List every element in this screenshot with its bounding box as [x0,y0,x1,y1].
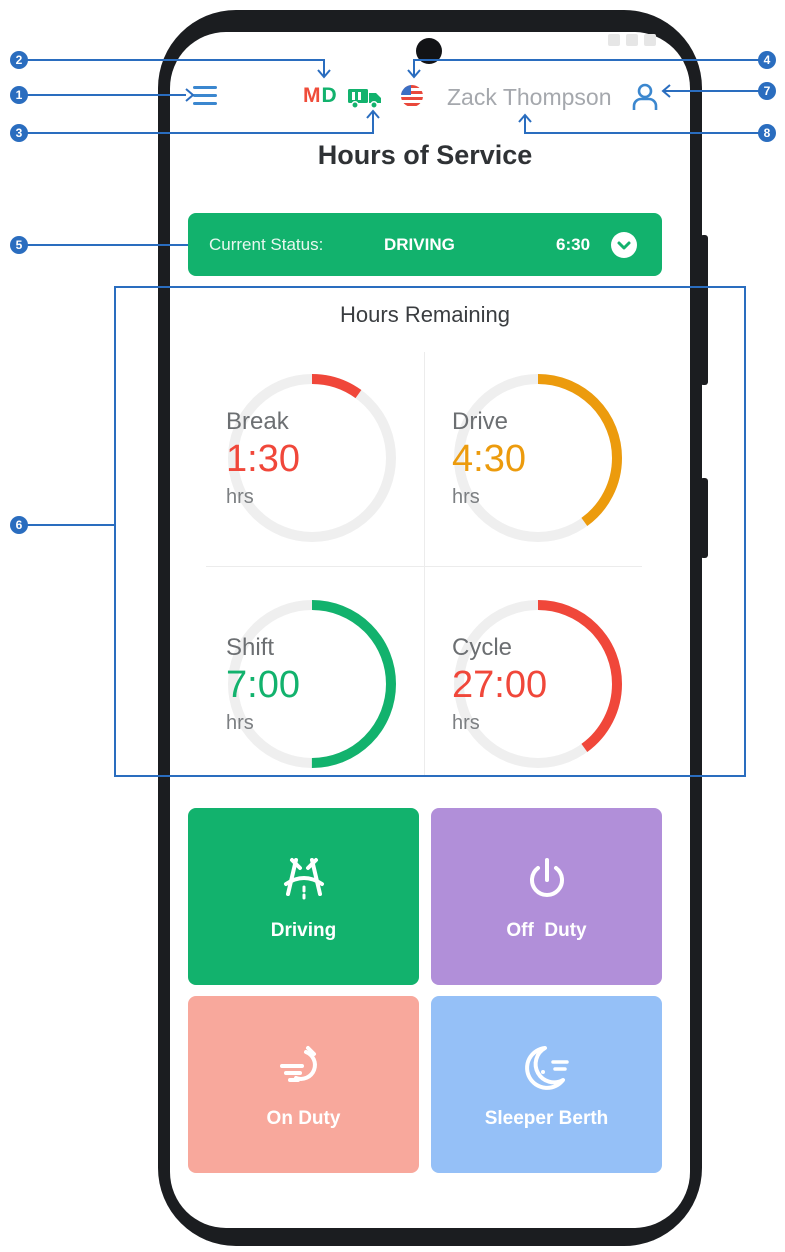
hours-remaining-title: Hours Remaining [340,302,510,327]
off-duty-button[interactable]: Off Duty [431,808,662,985]
current-status-bar[interactable]: Current Status: DRIVING 6:30 [188,213,662,276]
state-code-badge[interactable]: MD [303,84,338,108]
user-name[interactable]: Zack Thompson [447,84,611,111]
us-flag-icon[interactable] [400,84,424,108]
fast-moving-icon [280,1046,317,1082]
callout-marker-5: 5 [10,236,28,254]
user-profile-icon[interactable] [630,82,660,112]
drive-dial-value: 4:30 [452,438,526,480]
callout-marker-4: 4 [758,51,776,69]
dial-grid-divider-vertical [424,352,425,776]
system-status-icons [608,34,656,46]
driving-label: Driving [270,920,337,941]
on-duty-label: On Duty [266,1108,341,1129]
break-dial-unit: hrs [226,486,254,508]
sleeper-berth-label: Sleeper Berth [484,1108,609,1129]
callout-marker-8: 8 [758,124,776,142]
road-icon [284,858,324,900]
phone-volume-button [700,235,708,385]
dial-grid-divider-horizontal [206,566,642,567]
state-code-first-letter: M [303,84,322,107]
shift-dial-unit: hrs [226,712,254,734]
shift-dial: Shift 7:00 hrs [226,598,398,770]
shift-dial-name: Shift [226,634,275,661]
moon-icon [525,1046,569,1090]
menu-icon[interactable] [193,86,217,106]
drive-dial: Drive 4:30 hrs [452,372,624,544]
drive-dial-unit: hrs [452,486,480,508]
state-code-second-letter: D [321,84,338,107]
break-dial-value: 1:30 [226,438,300,480]
sleeper-berth-button[interactable]: Sleeper Berth [431,996,662,1173]
cycle-dial-value: 27:00 [452,664,548,706]
callout-marker-7: 7 [758,82,776,100]
callout-marker-6: 6 [10,516,28,534]
cycle-dial-name: Cycle [452,634,513,661]
off-duty-label: Off Duty [506,920,587,941]
break-dial-name: Break [226,408,289,435]
front-camera [416,38,442,64]
driving-button[interactable]: Driving [188,808,419,985]
status-time: 6:30 [556,235,591,254]
break-dial: Break 1:30 hrs [226,372,398,544]
shift-dial-value: 7:00 [226,664,300,706]
callout-marker-1: 1 [10,86,28,104]
phone-power-button [700,478,708,558]
cycle-dial: Cycle 27:00 hrs [452,598,624,770]
truck-icon[interactable] [348,86,382,110]
power-icon [530,858,564,897]
callout-marker-2: 2 [10,51,28,69]
page-title: Hours of Service [317,140,533,170]
drive-dial-name: Drive [452,408,509,435]
cycle-dial-unit: hrs [452,712,480,734]
status-label: Current Status: [209,235,324,254]
chevron-down-icon[interactable] [611,232,637,258]
callout-marker-3: 3 [10,124,28,142]
status-value: DRIVING [384,235,455,254]
on-duty-button[interactable]: On Duty [188,996,419,1173]
